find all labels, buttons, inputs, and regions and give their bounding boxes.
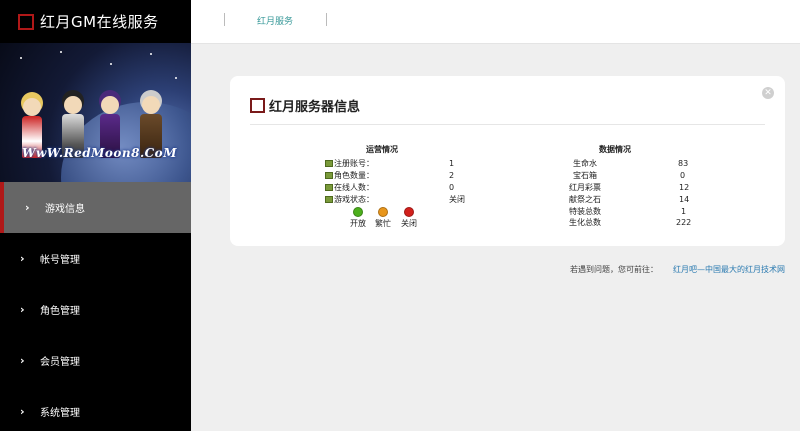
app-title: 红月GM在线服务: [40, 13, 159, 31]
server-info-panel: ✕ 红月服务器信息: [230, 76, 785, 246]
status-label: 繁忙: [375, 219, 391, 228]
chevron-right-icon: ›: [20, 252, 25, 265]
star-decoration: [20, 57, 22, 59]
panel-logo-icon: [250, 98, 265, 113]
data-row-label: 献祭之石: [569, 195, 601, 204]
status-label: 关闭: [401, 219, 417, 228]
chart-icon: [325, 172, 333, 179]
brand-logo-icon: [18, 13, 34, 30]
data-row-value: 83: [678, 159, 689, 168]
sidebar-item-label: 帐号管理: [40, 255, 80, 266]
status-busy: 繁忙: [375, 207, 391, 229]
chevron-right-icon: ›: [20, 303, 25, 316]
data-row-label: 特装总数: [569, 207, 601, 216]
chart-icon: [325, 196, 333, 203]
panel-divider: [250, 124, 765, 125]
status-dot-icon: [378, 207, 388, 217]
data-row-label: 宝石箱: [573, 171, 597, 180]
sidebar-item-label: 游戏信息: [45, 204, 85, 215]
star-decoration: [175, 77, 177, 79]
data-row-value: 222: [676, 218, 692, 227]
chevron-right-icon: ›: [20, 354, 25, 367]
row-label: 注册账号：: [334, 159, 374, 168]
sidebar-item-label: 会员管理: [40, 357, 80, 368]
sidebar-item-label: 角色管理: [40, 306, 80, 317]
tab-separator: [326, 13, 327, 26]
operations-row-label: 角色数量：: [325, 170, 374, 181]
data-row-value: 12: [679, 183, 690, 192]
sidebar-item-label: 系统管理: [40, 408, 80, 419]
data-row-label: 红月彩票: [569, 183, 601, 192]
chart-icon: [325, 160, 333, 167]
sidebar-item-account[interactable]: › 帐号管理: [0, 233, 191, 284]
operations-row-value: 关闭: [449, 195, 465, 204]
banner-image: WwW.RedMoon8.CoM: [0, 43, 191, 182]
sidebar-nav: › 游戏信息 › 帐号管理 › 角色管理 › 会员管理 › 系统管理: [0, 182, 191, 431]
sidebar-item-member[interactable]: › 会员管理: [0, 335, 191, 386]
operations-row-value: 2: [449, 171, 455, 180]
brand: 红月GM在线服务: [0, 0, 191, 43]
star-decoration: [110, 63, 112, 65]
operations-row-value: 0: [449, 183, 455, 192]
data-heading: 数据情况: [599, 145, 631, 154]
row-label: 角色数量：: [334, 171, 374, 180]
data-row-value: 14: [679, 195, 690, 204]
operations-row-label: 注册账号：: [325, 158, 374, 169]
top-bar: 红月服务: [191, 0, 800, 44]
help-footer: 若遇到问题，您可前往： 红月吧—中国最大的红月技术网: [570, 264, 785, 275]
status-dot-icon: [404, 207, 414, 217]
help-text: 若遇到问题，您可前往：: [570, 265, 658, 274]
data-row-value: 1: [681, 207, 687, 216]
operations-row-label: 游戏状态：: [325, 194, 374, 205]
status-label: 开放: [350, 219, 366, 228]
chevron-right-icon: ›: [20, 405, 25, 418]
data-row-label: 生命水: [573, 159, 597, 168]
sidebar: 红月GM在线服务 WwW.RedMoon8.CoM › 游戏信息 › 帐号管理 …: [0, 0, 191, 431]
status-dot-icon: [353, 207, 363, 217]
star-decoration: [60, 51, 62, 53]
star-decoration: [150, 53, 152, 55]
chart-icon: [325, 184, 333, 191]
tab-server[interactable]: 红月服务: [257, 14, 293, 27]
chevron-right-icon: ›: [25, 201, 30, 214]
row-label: 游戏状态：: [334, 195, 374, 204]
sidebar-item-game-info[interactable]: › 游戏信息: [0, 182, 191, 233]
status-closed: 关闭: [401, 207, 417, 229]
tab-separator: [224, 13, 225, 26]
sidebar-item-character[interactable]: › 角色管理: [0, 284, 191, 335]
operations-row-value: 1: [449, 159, 455, 168]
operations-row-label: 在线人数：: [325, 182, 374, 193]
panel-header: 红月服务器信息: [250, 96, 360, 115]
help-link[interactable]: 红月吧—中国最大的红月技术网: [673, 265, 785, 274]
row-label: 在线人数：: [334, 183, 374, 192]
data-row-value: 0: [680, 171, 686, 180]
status-open: 开放: [350, 207, 366, 229]
operations-heading: 运营情况: [366, 145, 398, 154]
close-icon[interactable]: ✕: [762, 87, 774, 99]
data-row-label: 生化总数: [569, 218, 601, 227]
panel-title: 红月服务器信息: [269, 100, 361, 115]
sidebar-item-system[interactable]: › 系统管理: [0, 386, 191, 431]
banner-text: WwW.RedMoon8.CoM: [22, 146, 177, 160]
